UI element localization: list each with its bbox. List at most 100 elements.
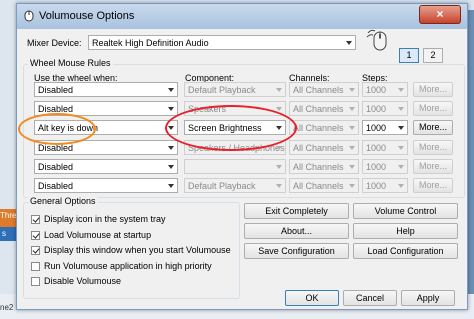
general-option-label: Load Volumouse at startup — [44, 229, 152, 240]
general-option[interactable]: Display icon in the system tray — [31, 214, 236, 226]
general-option[interactable]: Load Volumouse at startup — [31, 230, 236, 242]
use-wheel-value: Disabled — [38, 143, 74, 153]
steps-value: 1000 — [366, 104, 387, 114]
channels-value: All Channels — [293, 123, 344, 133]
more-button[interactable]: More... — [413, 159, 453, 174]
chevron-down-icon — [349, 165, 355, 169]
steps-select[interactable]: 1000 — [362, 82, 408, 97]
background-page-left — [0, 0, 16, 319]
checkbox[interactable] — [31, 230, 40, 240]
chevron-down-icon — [168, 165, 174, 169]
component-select[interactable]: Speakers — [184, 101, 286, 116]
chevron-down-icon — [349, 88, 355, 92]
chevron-down-icon — [349, 107, 355, 111]
component-value: Screen Brightness — [188, 123, 262, 133]
steps-select[interactable]: 1000 — [362, 159, 408, 174]
steps-select[interactable]: 1000 — [362, 101, 408, 116]
channels-value: All Channels — [293, 85, 344, 95]
general-option[interactable]: Disable Volumouse — [31, 276, 236, 288]
exit-completely-button[interactable]: Exit Completely — [244, 203, 349, 219]
use-wheel-select[interactable]: Disabled — [34, 159, 178, 174]
steps-select[interactable]: 1000 — [362, 120, 408, 135]
mixer-device-label: Mixer Device: — [27, 38, 82, 48]
channels-select[interactable]: All Channels — [289, 120, 359, 135]
ok-button[interactable]: OK — [285, 290, 339, 306]
component-select[interactable]: Default Playback — [184, 82, 286, 97]
chevron-down-icon — [276, 146, 282, 150]
use-wheel-select[interactable]: Disabled — [34, 178, 178, 193]
component-select[interactable]: Screen Brightness — [184, 120, 286, 135]
channels-select[interactable]: All Channels — [289, 101, 359, 116]
more-button[interactable]: More... — [413, 140, 453, 155]
chevron-down-icon — [168, 107, 174, 111]
window-title: Volumouse Options — [39, 10, 135, 22]
use-wheel-value: Disabled — [38, 85, 74, 95]
chevron-down-icon — [398, 146, 404, 150]
channels-select[interactable]: All Channels — [289, 159, 359, 174]
chevron-down-icon — [276, 107, 282, 111]
volumouse-options-window: Volumouse Options × Mixer Device: Realte… — [16, 3, 468, 310]
general-option-label: Display icon in the system tray — [44, 214, 166, 224]
chevron-down-icon — [349, 184, 355, 188]
general-option[interactable]: Display this window when you start Volum… — [31, 245, 236, 257]
close-button[interactable]: × — [419, 5, 461, 24]
general-option-label: Disable Volumouse — [44, 276, 122, 286]
volumouse-app-icon — [24, 10, 34, 22]
about-button[interactable]: About... — [244, 223, 349, 239]
page-2-button[interactable]: 2 — [423, 48, 443, 63]
use-wheel-select[interactable]: Disabled — [34, 82, 178, 97]
mixer-device-value: Realtek High Definition Audio — [92, 38, 209, 48]
volume-control-button[interactable]: Volume Control — [353, 203, 458, 219]
channels-value: All Channels — [293, 162, 344, 172]
title-bar[interactable]: Volumouse Options × — [17, 4, 467, 29]
channels-value: All Channels — [293, 143, 344, 153]
component-value: Default Playback — [188, 181, 256, 191]
use-wheel-select[interactable]: Alt key is down — [34, 120, 178, 135]
general-option-label: Run Volumouse application in high priori… — [44, 260, 212, 271]
channels-select[interactable]: All Channels — [289, 178, 359, 193]
steps-value: 1000 — [366, 162, 387, 172]
help-button[interactable]: Help — [353, 223, 458, 239]
chevron-down-icon — [276, 184, 282, 188]
use-wheel-value: Disabled — [38, 162, 74, 172]
steps-value: 1000 — [366, 123, 387, 133]
checkbox[interactable] — [31, 215, 40, 224]
more-button[interactable]: More... — [413, 101, 453, 116]
general-option[interactable]: Run Volumouse application in high priori… — [31, 261, 236, 273]
channels-select[interactable]: All Channels — [289, 82, 359, 97]
mouse-wheel-icon — [366, 29, 387, 51]
component-select[interactable] — [184, 159, 286, 174]
general-options-label: General Options — [28, 196, 98, 206]
component-select[interactable]: Default Playback — [184, 178, 286, 193]
steps-select[interactable]: 1000 — [362, 178, 408, 193]
chevron-down-icon — [168, 88, 174, 92]
channels-value: All Channels — [293, 104, 344, 114]
more-button[interactable]: More... — [413, 120, 453, 135]
chevron-down-icon — [168, 146, 174, 150]
cancel-button[interactable]: Cancel — [343, 290, 397, 306]
steps-select[interactable]: 1000 — [362, 140, 408, 155]
chevron-down-icon — [349, 126, 355, 130]
use-wheel-select[interactable]: Disabled — [34, 101, 178, 116]
component-value: Speakers — [188, 104, 227, 114]
chevron-down-icon — [276, 88, 282, 92]
checkbox[interactable] — [31, 246, 40, 255]
more-button[interactable]: More... — [413, 82, 453, 97]
chevron-down-icon — [168, 126, 174, 130]
use-wheel-value: Alt key is down — [38, 123, 99, 133]
channels-select[interactable]: All Channels — [289, 140, 359, 155]
checkbox[interactable] — [31, 277, 40, 286]
steps-value: 1000 — [366, 85, 387, 95]
channels-value: All Channels — [293, 181, 344, 191]
apply-button[interactable]: Apply — [401, 290, 455, 306]
chevron-down-icon — [276, 126, 282, 130]
chevron-down-icon — [349, 146, 355, 150]
checkbox[interactable] — [31, 261, 40, 271]
use-wheel-select[interactable]: Disabled — [34, 140, 178, 155]
component-select[interactable]: Speakers / Headphones — [184, 140, 286, 155]
mixer-device-select[interactable]: Realtek High Definition Audio — [88, 35, 356, 50]
load-configuration-button[interactable]: Load Configuration — [353, 243, 458, 259]
page-1-button[interactable]: 1 — [399, 48, 419, 63]
save-configuration-button[interactable]: Save Configuration — [244, 243, 349, 259]
more-button[interactable]: More... — [413, 178, 453, 193]
